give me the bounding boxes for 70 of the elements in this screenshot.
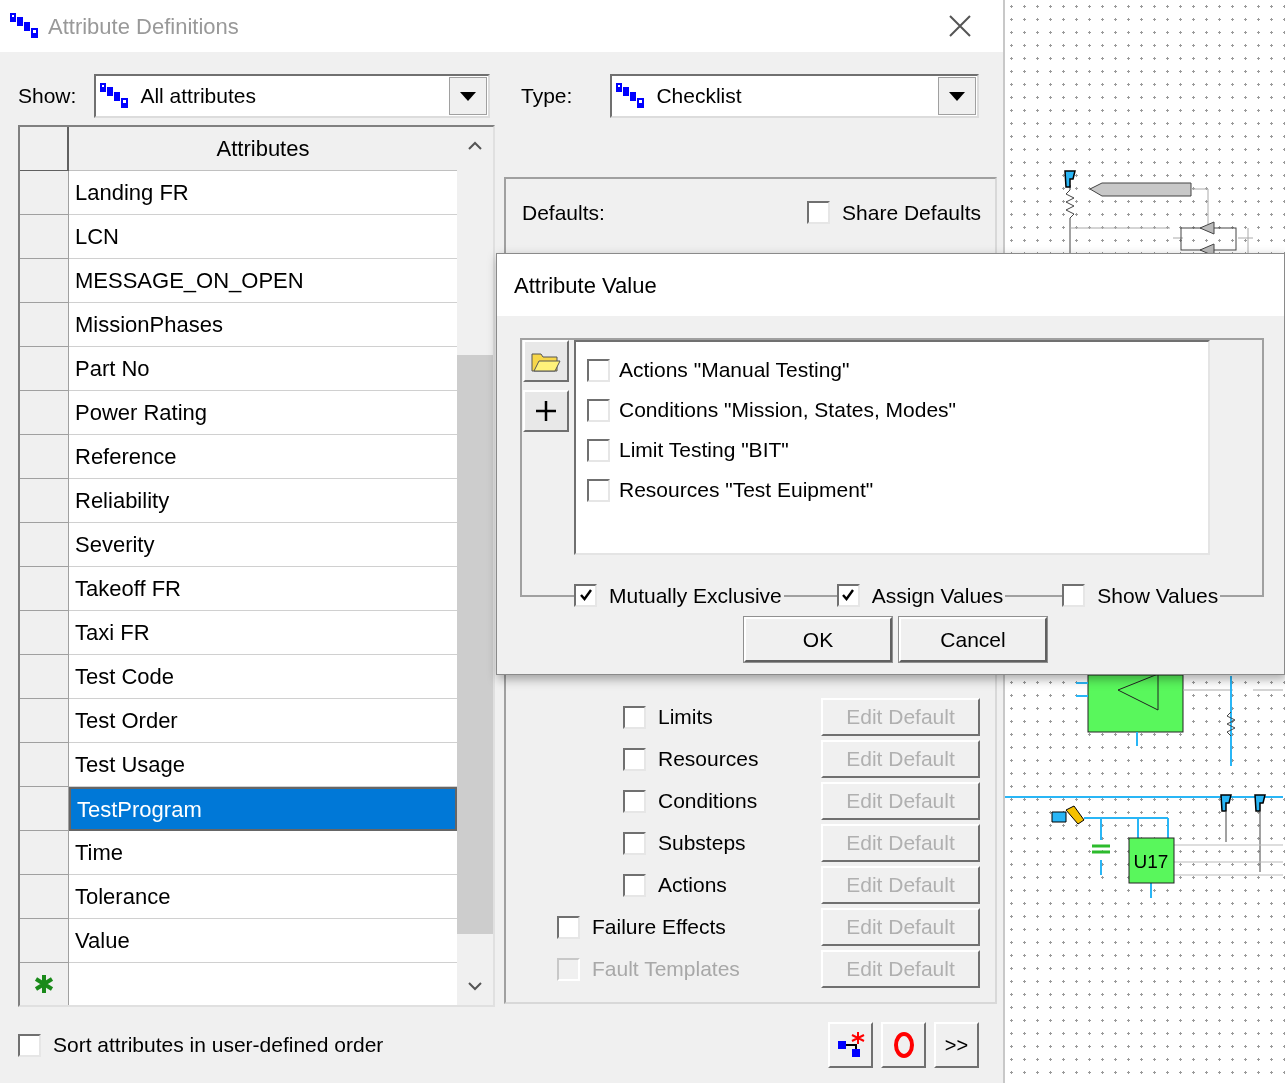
chip [1128, 837, 1175, 884]
checkbox-label: Conditions [658, 788, 758, 815]
checkbox[interactable] [836, 583, 860, 607]
option-checkbox[interactable] [587, 398, 610, 422]
checkbox[interactable] [623, 873, 646, 897]
checkbox-label: Actions [658, 872, 727, 899]
attribute-icon [10, 13, 40, 39]
group-label: Defaults: [522, 200, 605, 226]
checkbox-label: Fault Templates [592, 956, 740, 983]
new-row-icon [34, 974, 54, 994]
field-label: Show: [18, 83, 77, 110]
add-button[interactable] [523, 390, 569, 432]
dropdown-value: All attributes [140, 83, 257, 110]
checkbox[interactable] [18, 1033, 41, 1057]
checkbox-label: Mutually Exclusive [609, 582, 782, 609]
checkbox-label: Sort attributes in user-defined order [53, 1032, 384, 1059]
option-label: Conditions "Mission, States, Modes" [619, 397, 957, 424]
checkbox[interactable] [623, 789, 646, 813]
attribute-icon [616, 83, 647, 109]
option-label: Limit Testing "BIT" [619, 437, 789, 464]
option-label: Actions "Manual Testing" [619, 357, 850, 384]
caret-icon [949, 91, 966, 101]
option-checkbox[interactable] [587, 438, 610, 462]
scroll-down-icon[interactable] [468, 982, 482, 991]
checkbox[interactable] [623, 831, 646, 855]
scrollbar[interactable] [457, 127, 493, 1005]
checkbox-label: Substeps [658, 830, 746, 857]
column-header[interactable]: Attributes [69, 127, 457, 171]
folder-icon [531, 350, 561, 372]
table-cell[interactable]: TestProgram [69, 787, 457, 831]
expand-button[interactable]: >> [934, 1022, 979, 1068]
checkbox[interactable] [1062, 583, 1086, 607]
option-checkbox[interactable] [587, 478, 610, 502]
checkbox-label: Share Defaults [842, 200, 981, 226]
checkbox[interactable] [623, 705, 646, 729]
scroll-up-icon[interactable] [468, 141, 482, 150]
dialog-title: Attribute Value [514, 271, 657, 300]
plus-icon [535, 400, 557, 422]
cancel-button[interactable]: Cancel [899, 617, 1047, 662]
open-folder-button[interactable] [523, 340, 569, 382]
checkbox-label: Failure Effects [592, 914, 726, 941]
checkbox-label: Limits [658, 704, 713, 731]
add-link-icon [835, 1031, 866, 1059]
option-checkbox[interactable] [587, 358, 610, 382]
part-label: U17 [1133, 851, 1169, 872]
checkbox[interactable] [623, 747, 646, 771]
checkbox[interactable] [807, 201, 831, 225]
checkbox-label: Show Values [1097, 582, 1219, 609]
checkbox[interactable] [557, 915, 580, 939]
checkbox-label: Assign Values [871, 582, 1004, 609]
row-header-corner [20, 127, 69, 171]
dropdown-button[interactable] [449, 77, 488, 115]
checkbox-label: Resources [658, 746, 759, 773]
ring-icon [892, 1031, 915, 1059]
check-icon [841, 588, 856, 603]
window-title: Attribute Definitions [48, 12, 239, 41]
checkbox[interactable] [574, 583, 597, 607]
caret-icon [460, 91, 477, 101]
dropdown-field[interactable]: Checklist [610, 74, 980, 118]
toolbar-button[interactable] [881, 1022, 926, 1068]
dropdown-button[interactable] [938, 77, 977, 115]
toolbar-button[interactable] [828, 1022, 873, 1068]
close-icon[interactable] [949, 15, 971, 37]
dropdown-field[interactable]: All attributes [94, 74, 491, 118]
field-label: Type: [521, 83, 573, 110]
dropdown-value: Checklist [656, 83, 743, 110]
option-label: Resources "Test Euipment" [619, 477, 874, 504]
ok-button[interactable]: OK [744, 617, 892, 662]
check-icon [578, 588, 593, 603]
attribute-icon [100, 83, 131, 109]
